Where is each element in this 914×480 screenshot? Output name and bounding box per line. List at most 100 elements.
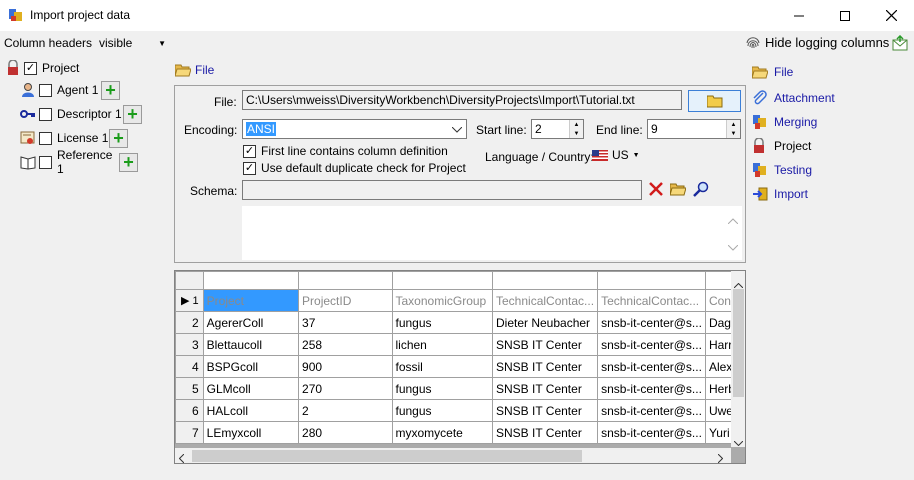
table-cell[interactable]: SNSB IT Center: [491, 333, 599, 356]
table-cell[interactable]: 37: [298, 311, 393, 334]
table-cell[interactable]: SNSB IT Center: [491, 355, 599, 378]
row-header[interactable]: 5: [175, 377, 204, 400]
table-cell[interactable]: snsb-it-center@s...: [597, 399, 706, 422]
table-cell[interactable]: LEmyxcoll: [202, 421, 300, 444]
table-cell[interactable]: Blettaucoll: [202, 333, 300, 356]
table-cell[interactable]: lichen: [391, 333, 493, 356]
table-cell[interactable]: snsb-it-center@s...: [597, 377, 706, 400]
horizontal-scrollbar[interactable]: [175, 448, 731, 463]
row-header[interactable]: 6: [175, 399, 204, 422]
table-cell[interactable]: SNSB IT Center: [491, 421, 599, 444]
first-line-checkbox[interactable]: ✓: [243, 144, 256, 158]
vertical-scrollbar[interactable]: [731, 271, 745, 449]
header-cell[interactable]: TaxonomicGroup: [391, 289, 493, 312]
scroll-down-icon[interactable]: [727, 240, 739, 254]
tree-item-agent[interactable]: Agent 1 +: [20, 80, 120, 100]
table-cell[interactable]: SNSB IT Center: [491, 377, 599, 400]
table-cell[interactable]: [298, 271, 393, 290]
add-license-button[interactable]: +: [109, 128, 128, 148]
table-cell[interactable]: myxomycete: [391, 421, 493, 444]
header-cell[interactable]: TechnicalContac...: [491, 289, 599, 312]
table-cell[interactable]: 2: [298, 399, 393, 422]
scroll-right-icon[interactable]: [717, 452, 724, 463]
table-cell[interactable]: snsb-it-center@s...: [597, 333, 706, 356]
descriptor-checkbox[interactable]: [39, 107, 52, 121]
nav-item-project[interactable]: Project: [752, 137, 811, 155]
tree-item-project[interactable]: ✓ Project: [6, 58, 79, 78]
row-header[interactable]: 2: [175, 311, 204, 334]
maximize-button[interactable]: [822, 0, 868, 31]
agent-checkbox[interactable]: [39, 83, 52, 97]
table-cell[interactable]: snsb-it-center@s...: [597, 421, 706, 444]
table-cell[interactable]: HALcoll: [202, 399, 300, 422]
license-checkbox[interactable]: [39, 131, 52, 145]
horizontal-scroll-thumb[interactable]: [192, 450, 582, 462]
table-cell[interactable]: BSPGcoll: [202, 355, 300, 378]
schema-field[interactable]: [242, 180, 642, 200]
hide-logging-columns-button[interactable]: Hide logging columns: [745, 34, 889, 50]
decrement-icon[interactable]: ▼: [570, 129, 583, 138]
table-cell[interactable]: fungus: [391, 377, 493, 400]
increment-icon[interactable]: ▲: [570, 120, 583, 129]
table-cell[interactable]: SNSB IT Center: [491, 399, 599, 422]
nav-item-file[interactable]: File: [751, 63, 793, 81]
table-cell[interactable]: fossil: [391, 355, 493, 378]
start-line-stepper[interactable]: 2 ▲ ▼: [531, 119, 584, 139]
duplicate-check-option[interactable]: ✓ Use default duplicate check for Projec…: [243, 161, 466, 175]
search-schema-icon[interactable]: [693, 181, 709, 197]
table-cell[interactable]: fungus: [391, 311, 493, 334]
nav-item-attachment[interactable]: Attachment: [752, 89, 835, 107]
table-cell[interactable]: 270: [298, 377, 393, 400]
reference-checkbox[interactable]: [39, 155, 52, 169]
scroll-left-icon[interactable]: [178, 452, 185, 463]
row-header[interactable]: 4: [175, 355, 204, 378]
encoding-select[interactable]: ANSI: [242, 119, 467, 139]
vertical-scroll-thumb[interactable]: [733, 289, 744, 397]
first-line-option[interactable]: ✓ First line contains column definition: [243, 144, 448, 158]
decrement-icon[interactable]: ▼: [727, 129, 740, 138]
table-cell[interactable]: snsb-it-center@s...: [597, 311, 706, 334]
table-cell[interactable]: Dieter Neubacher: [491, 311, 599, 334]
table-cell[interactable]: snsb-it-center@s...: [597, 355, 706, 378]
header-cell[interactable]: TechnicalContac...: [597, 289, 706, 312]
nav-item-merging[interactable]: Merging: [752, 113, 817, 131]
table-cell[interactable]: [391, 271, 493, 290]
table-cell[interactable]: 280: [298, 421, 393, 444]
export-mail-icon[interactable]: [892, 34, 908, 51]
tree-item-descriptor[interactable]: Descriptor 1 +: [20, 104, 142, 124]
file-path-field[interactable]: C:\Users\mweiss\DiversityWorkbench\Diver…: [242, 90, 682, 110]
table-cell[interactable]: fungus: [391, 399, 493, 422]
tree-item-license[interactable]: License 1 +: [20, 128, 128, 148]
row-header[interactable]: ▶ 1: [175, 289, 204, 312]
duplicate-check-checkbox[interactable]: ✓: [243, 161, 256, 175]
nav-item-import[interactable]: Import: [752, 185, 808, 203]
column-headers-select[interactable]: visible ▼: [96, 33, 170, 53]
schema-text-area[interactable]: [242, 206, 742, 260]
table-cell[interactable]: [202, 271, 300, 290]
project-checkbox[interactable]: ✓: [24, 61, 37, 75]
table-cell[interactable]: [597, 271, 706, 290]
end-line-stepper[interactable]: 9 ▲ ▼: [647, 119, 741, 139]
increment-icon[interactable]: ▲: [727, 120, 740, 129]
scroll-up-icon[interactable]: [727, 216, 739, 227]
minimize-button[interactable]: [776, 0, 822, 31]
add-descriptor-button[interactable]: +: [123, 104, 142, 124]
browse-file-button[interactable]: [688, 90, 741, 112]
table-cell[interactable]: 258: [298, 333, 393, 356]
add-agent-button[interactable]: +: [101, 80, 120, 100]
clear-schema-icon[interactable]: [649, 182, 663, 196]
header-cell[interactable]: ProjectID: [298, 289, 393, 312]
table-cell[interactable]: [491, 271, 599, 290]
row-header[interactable]: 3: [175, 333, 204, 356]
open-schema-folder-icon[interactable]: [669, 182, 687, 196]
add-reference-button[interactable]: +: [119, 152, 138, 172]
close-button[interactable]: [868, 0, 914, 31]
language-select[interactable]: US ▼: [592, 148, 640, 162]
scroll-down-icon[interactable]: [733, 435, 744, 449]
row-header[interactable]: 7: [175, 421, 204, 444]
tree-item-reference[interactable]: Reference 1 +: [20, 148, 138, 176]
nav-item-testing[interactable]: Testing: [752, 161, 812, 179]
table-cell[interactable]: 900: [298, 355, 393, 378]
header-cell[interactable]: Project: [202, 289, 300, 312]
table-cell[interactable]: AgererColl: [202, 311, 300, 334]
